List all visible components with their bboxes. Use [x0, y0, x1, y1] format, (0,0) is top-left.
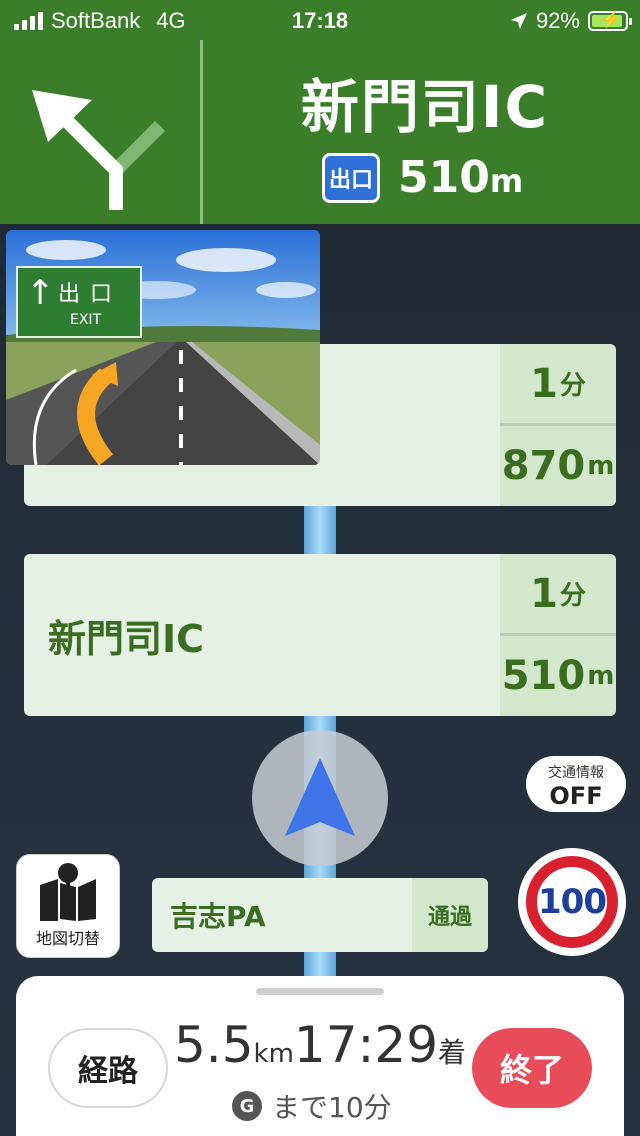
traffic-info-label: 交通情報	[548, 765, 604, 781]
status-right: 92% ⚡	[510, 8, 632, 34]
sign-subtext: EXIT	[70, 312, 102, 328]
battery-icon: ⚡	[588, 11, 632, 31]
card-2-time: 1分	[500, 554, 616, 633]
traffic-info-state: OFF	[549, 782, 603, 810]
goal-icon: G	[232, 1091, 262, 1121]
bottom-panel: 経路 5.5km17:29着 G まで10分 終了	[16, 976, 624, 1136]
distance-value: 510	[398, 152, 490, 203]
status-bar: SoftBank 4G 17:18 92% ⚡	[0, 0, 640, 40]
arrival-time: 17:29	[293, 1016, 439, 1074]
distance-to-exit: 510m	[398, 152, 523, 203]
remaining-distance-unit: km	[253, 1039, 294, 1069]
remaining-distance: 5.5	[174, 1016, 254, 1074]
card-1-side: 1分 870 m	[500, 344, 616, 506]
map-switch-button[interactable]: 地図切替	[16, 854, 120, 958]
route-button[interactable]: 経路	[48, 1028, 168, 1108]
junction-view-image: ↑ 出口 EXIT	[6, 230, 320, 465]
card-2-dist-unit: m	[587, 661, 615, 691]
next-exit-name: 新門司IC	[300, 73, 550, 141]
navigation-arrow-icon	[285, 758, 355, 836]
card-1-dist-value: 870	[501, 443, 586, 489]
sign-up-arrow-icon: ↑	[26, 273, 55, 313]
card-1-dist-unit: m	[587, 451, 615, 481]
card-1-dist: 870 m	[500, 426, 616, 506]
card-1-time-value: 1	[530, 360, 558, 407]
remaining-time-row: G まで10分	[232, 1086, 392, 1126]
turn-left-fork-arrow-icon	[32, 90, 165, 210]
end-navigation-button[interactable]: 終了	[472, 1028, 592, 1108]
trip-summary: 5.5km17:29着	[174, 1016, 466, 1074]
card-2-time-unit: 分	[559, 581, 586, 611]
map-switch-label: 地図切替	[35, 929, 100, 948]
current-location-button[interactable]	[252, 730, 388, 866]
arrival-suffix: 着	[438, 1036, 467, 1069]
header-divider	[200, 40, 203, 224]
parking-area-card[interactable]: 吉志PA 通過	[152, 878, 488, 952]
speed-limit-value: 100	[538, 882, 607, 922]
route-card-2[interactable]: 新門司IC 1分 510 m	[24, 554, 616, 716]
guidance-header: 新門司IC 出口 510m	[0, 40, 640, 224]
card-2-dist-value: 510	[501, 653, 586, 699]
remaining-time: まで10分	[272, 1091, 392, 1124]
exit-badge: 出口	[322, 152, 380, 203]
traffic-info-toggle[interactable]: 交通情報 OFF	[526, 756, 626, 812]
battery-percent: 92%	[535, 8, 580, 33]
sign-text: 出口	[58, 282, 123, 307]
parking-area-status: 通過	[412, 878, 488, 952]
exit-sign: ↑ 出口 EXIT	[16, 266, 142, 338]
card-1-time: 1分	[500, 344, 616, 423]
panel-drag-handle[interactable]	[256, 988, 384, 995]
card-2-time-value: 1	[530, 570, 558, 617]
location-arrow-icon	[510, 13, 527, 29]
card-2-name: 新門司IC	[48, 616, 205, 661]
parking-area-name: 吉志PA	[170, 900, 266, 933]
card-1-time-unit: 分	[559, 371, 586, 401]
distance-row: 出口 510m	[322, 152, 523, 203]
map-pin-icon	[40, 863, 96, 921]
card-2-side: 1分 510 m	[500, 554, 616, 716]
speed-limit-sign: 100	[518, 848, 626, 956]
distance-unit: m	[489, 162, 524, 200]
card-2-dist: 510 m	[500, 636, 616, 716]
